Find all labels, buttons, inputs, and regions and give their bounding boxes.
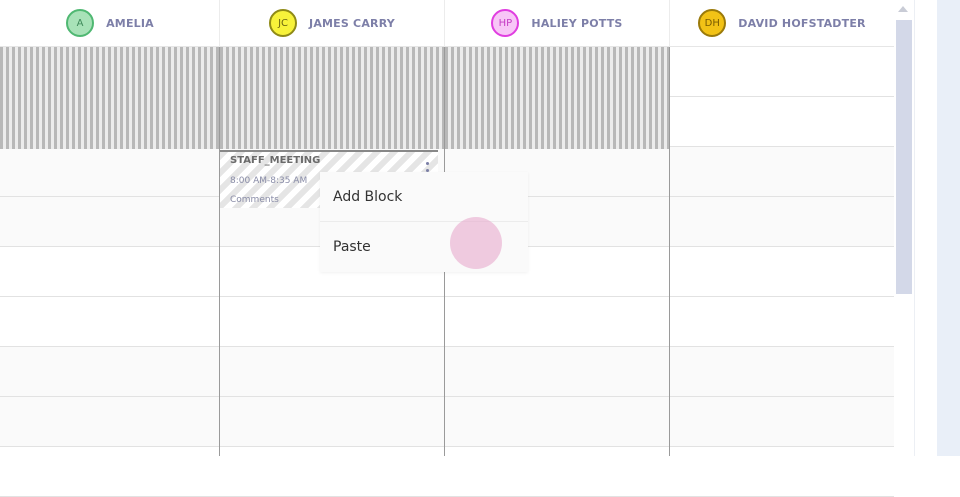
staff-column-header-david-hofstadter[interactable]: DH DAVID HOFSTADTER	[670, 0, 894, 46]
scroll-up-arrow-icon[interactable]	[898, 6, 908, 12]
appointment-time: 8:00 AM-8:35 AM	[230, 176, 308, 186]
avatar: JC	[269, 9, 298, 37]
avatar-initials: JC	[278, 17, 288, 29]
time-slot-row[interactable]	[0, 397, 894, 447]
header-divider	[669, 0, 670, 47]
header-divider	[444, 0, 445, 47]
time-slot-row[interactable]	[0, 347, 894, 397]
staff-column-header-james-carry[interactable]: JC JAMES CARRY	[220, 0, 444, 46]
time-slot-row[interactable]	[0, 297, 894, 347]
vertical-scrollbar[interactable]	[894, 0, 914, 456]
header-divider	[219, 0, 220, 47]
add-block-menu-item[interactable]: Add Block	[320, 172, 528, 222]
scrollbar-thumb[interactable]	[896, 20, 912, 294]
avatar-initials: A	[76, 17, 84, 29]
staff-header: A AMELIA JC JAMES CARRY HP HALIEY POTTS …	[0, 0, 894, 47]
column-divider	[219, 47, 220, 456]
staff-name: HALIEY POTTS	[531, 16, 623, 30]
staff-column-header-amelia[interactable]: A AMELIA	[0, 0, 220, 46]
avatar: A	[66, 9, 95, 37]
staff-column-header-haliey-potts[interactable]: HP HALIEY POTTS	[445, 0, 669, 46]
blocked-time-amelia[interactable]	[0, 47, 219, 149]
avatar: HP	[491, 9, 520, 37]
appointment-title: STAFF_MEETING	[230, 155, 321, 166]
right-panel	[936, 0, 960, 456]
blocked-time-haliey-potts[interactable]	[445, 47, 669, 149]
avatar-initials: DH	[704, 17, 720, 29]
staff-name: AMELIA	[106, 16, 154, 30]
avatar: DH	[698, 9, 727, 37]
column-divider	[669, 47, 670, 456]
blocked-time-james-carry[interactable]	[220, 47, 444, 149]
click-ripple	[450, 217, 502, 269]
appointment-comments-link[interactable]: Comments	[230, 195, 279, 205]
staff-name: DAVID HOFSTADTER	[738, 16, 866, 30]
staff-name: JAMES CARRY	[309, 16, 395, 30]
panel-divider	[914, 0, 937, 456]
time-slot-row[interactable]	[0, 447, 894, 497]
avatar-initials: HP	[498, 17, 513, 29]
